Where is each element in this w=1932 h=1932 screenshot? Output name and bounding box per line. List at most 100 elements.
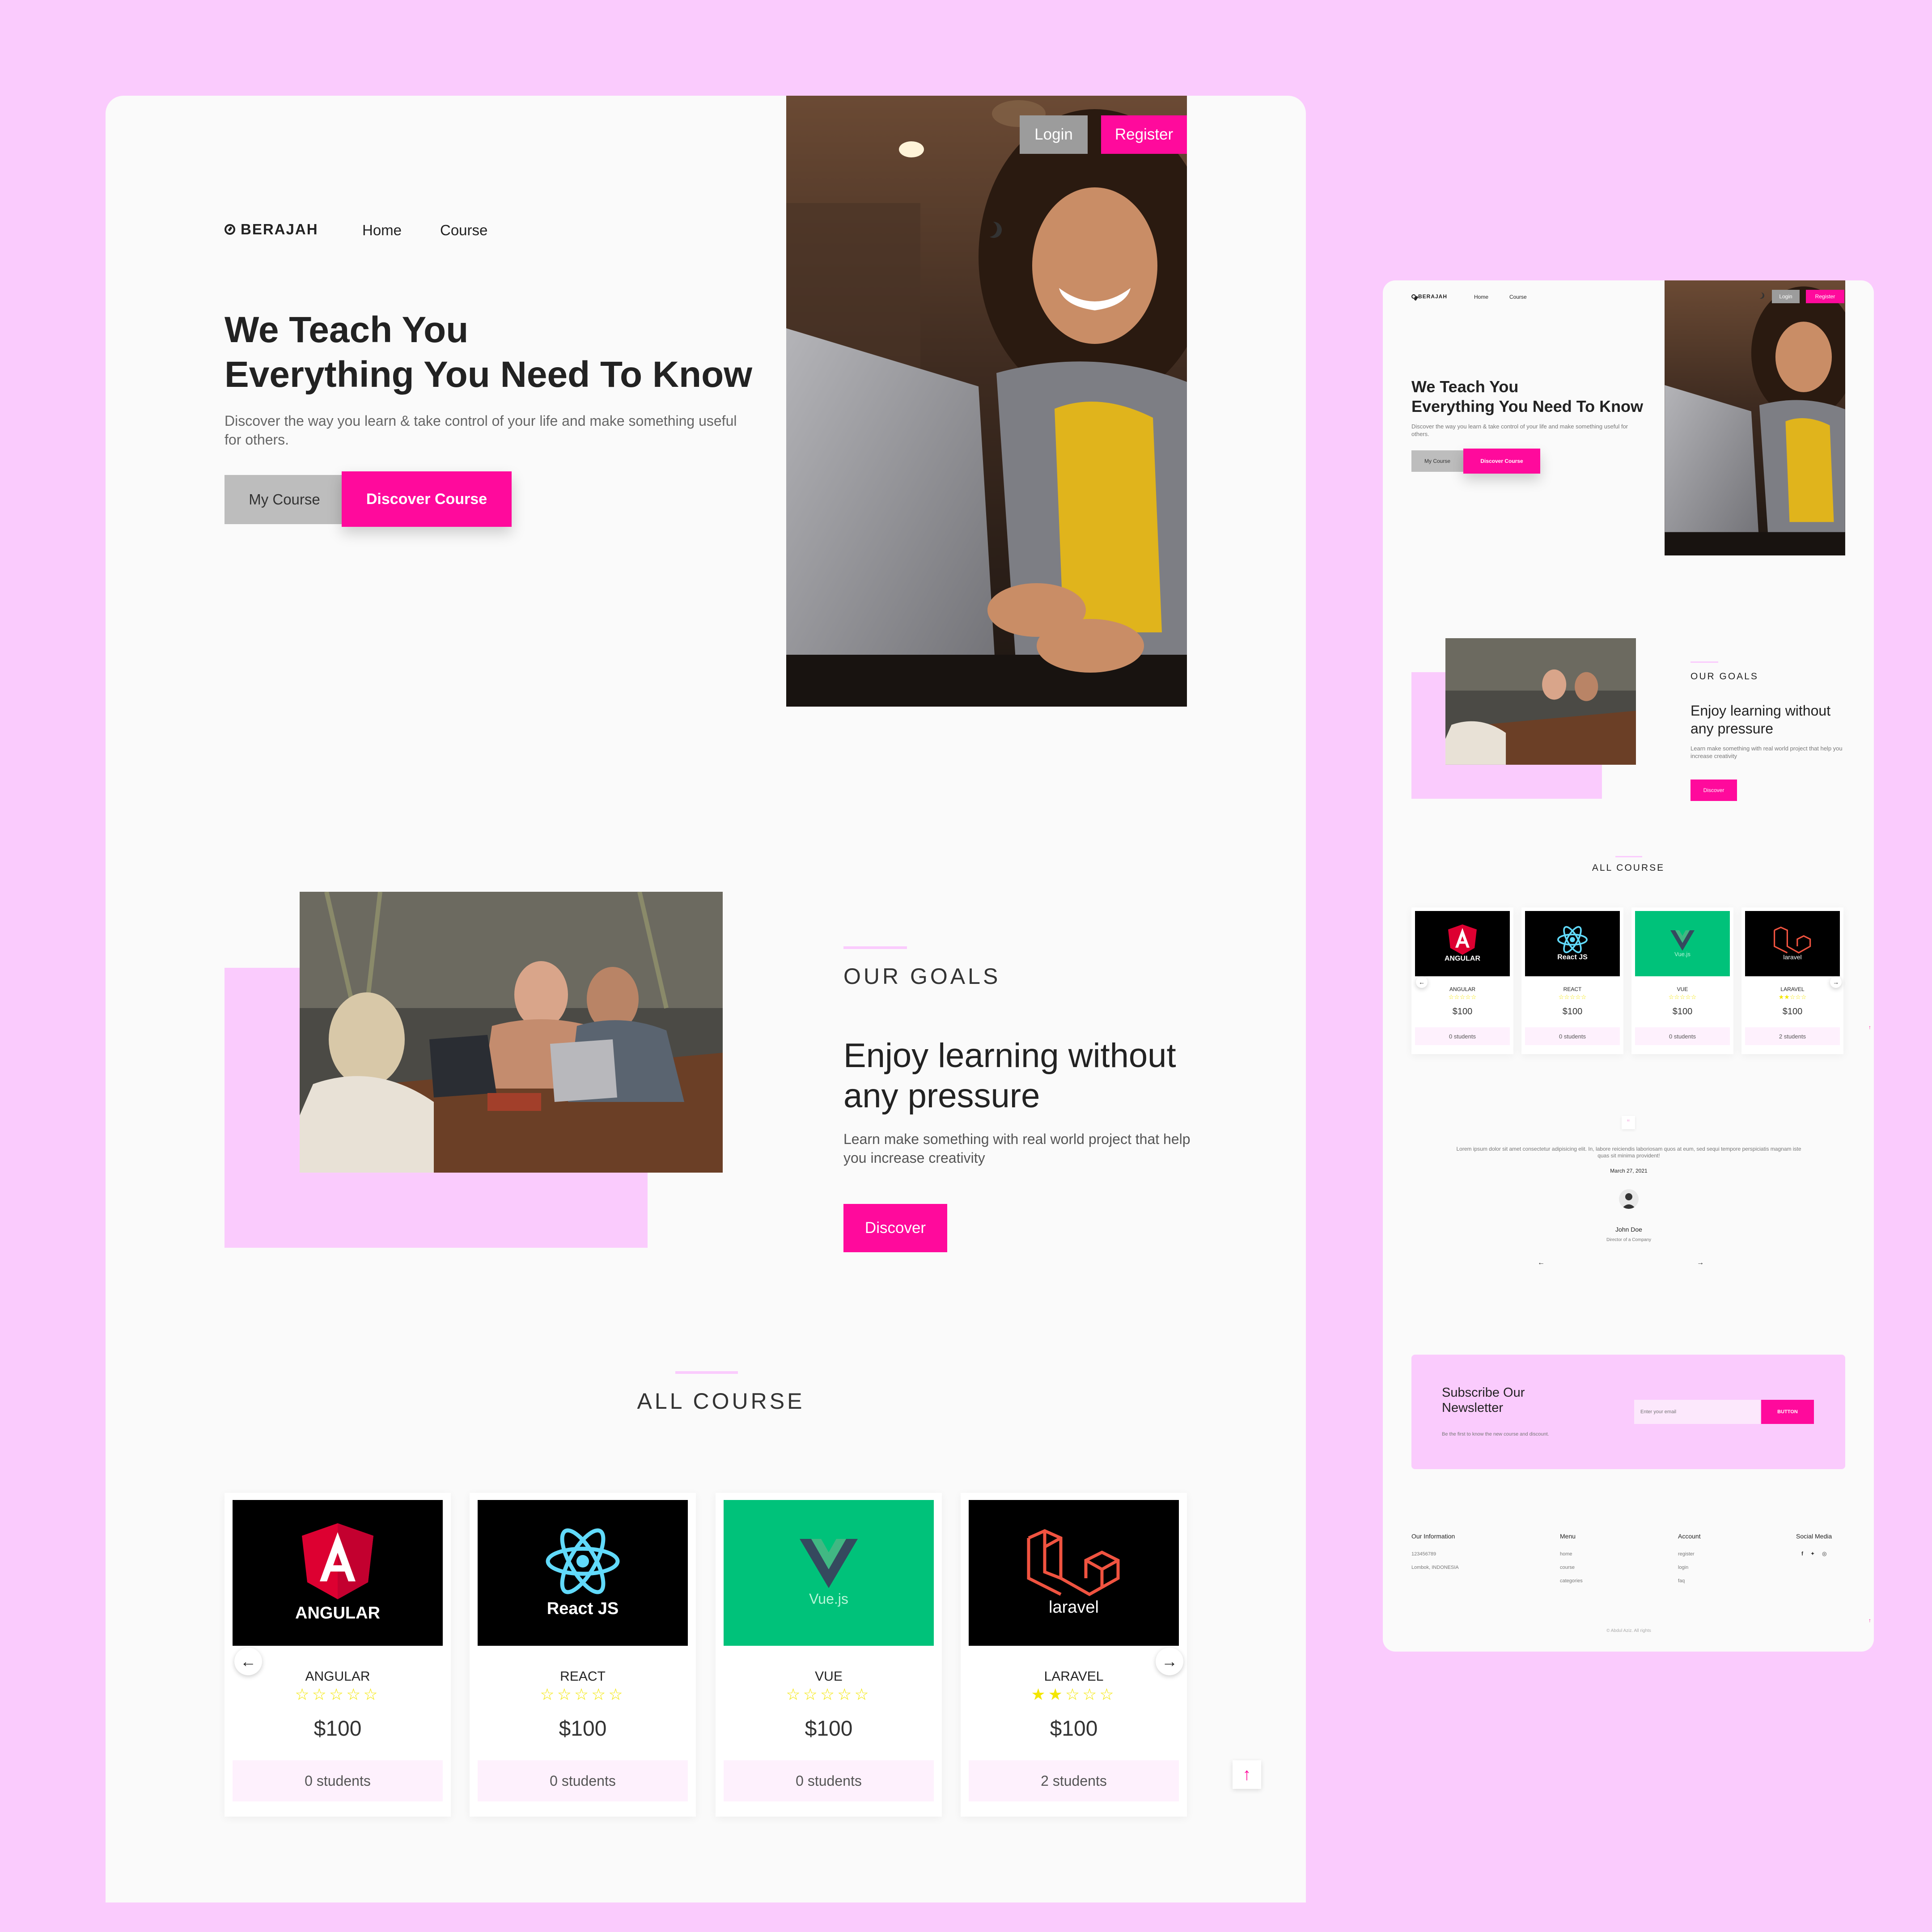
footer-menu-categories[interactable]: categories xyxy=(1560,1578,1583,1584)
course-name: LARAVEL xyxy=(1044,1669,1104,1684)
star-icon: ☆☆☆☆☆ xyxy=(1558,993,1587,1000)
scroll-top-button[interactable]: ↑ xyxy=(1233,1760,1261,1789)
carousel-prev-button[interactable]: ← xyxy=(234,1648,262,1675)
register-button[interactable]: Register xyxy=(1101,115,1187,154)
nav-course-link[interactable]: Course xyxy=(440,222,487,239)
brand-logo[interactable]: BERAJAH xyxy=(1411,293,1447,300)
course-card-vue[interactable]: Vue.js VUE ☆☆☆☆☆ $100 0 students xyxy=(1631,907,1733,1054)
scroll-top-button[interactable]: ↑ xyxy=(1868,1617,1871,1623)
goals-image xyxy=(300,892,723,1173)
course-students: 2 students xyxy=(969,1760,1179,1801)
discover-course-button[interactable]: Discover Course xyxy=(342,471,512,527)
hero-photo-illustration xyxy=(786,96,1187,707)
all-course-divider xyxy=(675,1371,738,1374)
footer-menu-home[interactable]: home xyxy=(1560,1551,1572,1557)
course-rating: ☆☆☆☆☆ xyxy=(1631,993,1733,1001)
course-students: 0 students xyxy=(478,1760,688,1801)
course-card-vue[interactable]: Vue.js VUE ☆☆☆☆☆ $100 0 students xyxy=(716,1493,942,1817)
vue-logo-icon xyxy=(1670,930,1695,951)
newsletter-submit-button[interactable]: BUTTON xyxy=(1761,1400,1814,1424)
brand-logo[interactable]: BERAJAH xyxy=(225,221,318,238)
my-course-button[interactable]: My Course xyxy=(225,475,344,524)
course-students: 0 students xyxy=(1525,1027,1620,1045)
star-icon: ☆☆☆☆☆ xyxy=(540,1685,626,1703)
footer-account-register[interactable]: register xyxy=(1678,1551,1695,1557)
course-card-react[interactable]: React JS REACT ☆☆☆☆☆ $100 0 students xyxy=(1521,907,1623,1054)
desktop-preview: BERAJAH Home Course Login Register We Te… xyxy=(106,96,1306,1902)
social-icons: f ✦ ◎ xyxy=(1801,1551,1827,1557)
course-name: VUE xyxy=(1677,986,1688,992)
course-students: 0 students xyxy=(1635,1027,1730,1045)
arrow-right-icon: → xyxy=(1697,1259,1704,1267)
newsletter-description: Be the first to know the new course and … xyxy=(1442,1432,1549,1437)
course-students: 0 students xyxy=(724,1760,934,1801)
course-logo-text: React JS xyxy=(547,1599,619,1618)
star-icon: ★★☆☆☆ xyxy=(1778,993,1807,1000)
my-course-button[interactable]: My Course xyxy=(1411,450,1463,472)
carousel-next-button[interactable]: → xyxy=(1156,1648,1183,1675)
course-card-react[interactable]: React JS REACT ☆☆☆☆☆ $100 0 students xyxy=(470,1493,696,1817)
nav-course-link[interactable]: Course xyxy=(1509,294,1527,300)
nav-home-link[interactable]: Home xyxy=(1474,294,1488,300)
course-thumbnail: laravel xyxy=(1745,911,1840,976)
carousel-next-button[interactable]: → xyxy=(1830,976,1842,988)
star-icon: ☆☆☆☆☆ xyxy=(1668,993,1697,1000)
course-price: $100 xyxy=(1452,1007,1473,1017)
discover-course-button[interactable]: Discover Course xyxy=(1463,449,1540,474)
course-thumbnail: laravel xyxy=(969,1500,1179,1646)
arrow-up-icon[interactable]: ↑ xyxy=(1868,1024,1871,1030)
newsletter-email-input[interactable] xyxy=(1634,1400,1760,1424)
goals-image xyxy=(1445,638,1636,765)
brand-name: BERAJAH xyxy=(1418,293,1448,300)
register-button[interactable]: Register xyxy=(1806,290,1844,303)
hero-image xyxy=(786,96,1187,707)
laravel-logo-icon xyxy=(1774,927,1811,953)
vue-logo-icon xyxy=(800,1538,858,1588)
goals-discover-button[interactable]: Discover xyxy=(843,1204,947,1252)
footer-account-faq[interactable]: faq xyxy=(1678,1578,1685,1584)
footer-menu-course[interactable]: course xyxy=(1560,1565,1575,1570)
course-rating: ★★☆☆☆ xyxy=(1741,993,1843,1001)
course-thumbnail: React JS xyxy=(1525,911,1620,976)
login-button[interactable]: Login xyxy=(1020,115,1088,154)
course-students: 0 students xyxy=(233,1760,443,1801)
angular-logo-icon xyxy=(302,1523,373,1599)
newsletter-title-line1: Subscribe Our xyxy=(1442,1385,1525,1400)
footer-account-login[interactable]: login xyxy=(1678,1565,1688,1570)
facebook-icon[interactable]: f xyxy=(1801,1551,1803,1557)
course-thumbnail: ANGULAR xyxy=(1415,911,1510,976)
testimonial-next-button[interactable]: → xyxy=(1697,1259,1704,1267)
course-price: $100 xyxy=(805,1717,853,1741)
goals-label: OUR GOALS xyxy=(843,964,1001,989)
course-name: REACT xyxy=(560,1669,606,1684)
course-rating: ☆☆☆☆☆ xyxy=(470,1685,696,1704)
carousel-prev-button[interactable]: ← xyxy=(1416,976,1428,988)
course-name: VUE xyxy=(815,1669,843,1684)
goals-discover-button[interactable]: Discover xyxy=(1690,780,1737,801)
hero-title-line1: We Teach You xyxy=(1411,377,1519,396)
goals-title: Enjoy learning without any pressure xyxy=(843,1037,1176,1115)
react-logo-icon xyxy=(546,1528,620,1594)
course-rating: ☆☆☆☆☆ xyxy=(1411,993,1513,1001)
hero-description: Discover the way you learn & take contro… xyxy=(225,413,737,448)
course-logo-text: ANGULAR xyxy=(295,1603,380,1623)
course-card-laravel[interactable]: laravel LARAVEL ★★☆☆☆ $100 2 students xyxy=(961,1493,1187,1817)
course-logo-text: Vue.js xyxy=(1674,950,1690,958)
hero-description: Discover the way you learn & take contro… xyxy=(1411,423,1628,437)
course-card-laravel[interactable]: laravel LARAVEL ★★☆☆☆ $100 2 students xyxy=(1741,907,1843,1054)
login-button[interactable]: Login xyxy=(1772,290,1800,303)
course-logo-text: laravel xyxy=(1049,1597,1099,1617)
hero-image xyxy=(1665,280,1845,555)
nav-home-link[interactable]: Home xyxy=(362,222,402,239)
hero-title-line2: Everything You Need To Know xyxy=(225,354,752,395)
all-course-divider xyxy=(1615,856,1642,857)
quote-icon: “ xyxy=(1622,1116,1635,1129)
course-students: 2 students xyxy=(1745,1027,1840,1045)
star-icon: ☆☆☆☆☆ xyxy=(1448,993,1477,1000)
instagram-icon[interactable]: ◎ xyxy=(1822,1551,1826,1557)
testimonial-prev-button[interactable]: ← xyxy=(1538,1259,1545,1267)
footer-info-phone: 123456789 xyxy=(1411,1551,1436,1557)
angular-logo-icon xyxy=(1448,924,1477,955)
twitter-icon[interactable]: ✦ xyxy=(1810,1551,1815,1557)
footer-social-title: Social Media xyxy=(1796,1533,1832,1540)
